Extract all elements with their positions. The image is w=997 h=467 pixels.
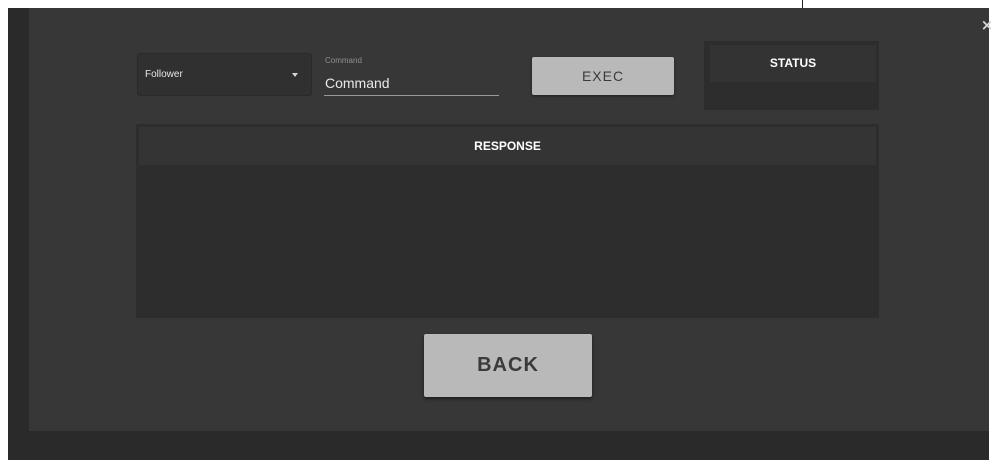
response-panel: RESPONSE [136,124,879,318]
chevron-down-icon [292,73,298,77]
screen: × Follower Command EXEC STATUS RESPONSE … [0,0,997,467]
back-button[interactable]: BACK [424,334,592,397]
follower-select-value: Follower [145,69,183,80]
close-icon[interactable]: × [980,17,994,33]
status-value [704,85,879,110]
top-edge-mark [802,0,803,8]
command-input[interactable] [324,71,499,96]
command-field-label: Command [325,56,362,65]
command-field: Command [324,52,500,98]
response-content [136,166,879,318]
status-header: STATUS [710,45,876,82]
exec-button[interactable]: EXEC [532,57,674,95]
response-header: RESPONSE [139,127,876,165]
follower-select[interactable]: Follower [137,53,312,96]
status-panel: STATUS [704,41,879,110]
